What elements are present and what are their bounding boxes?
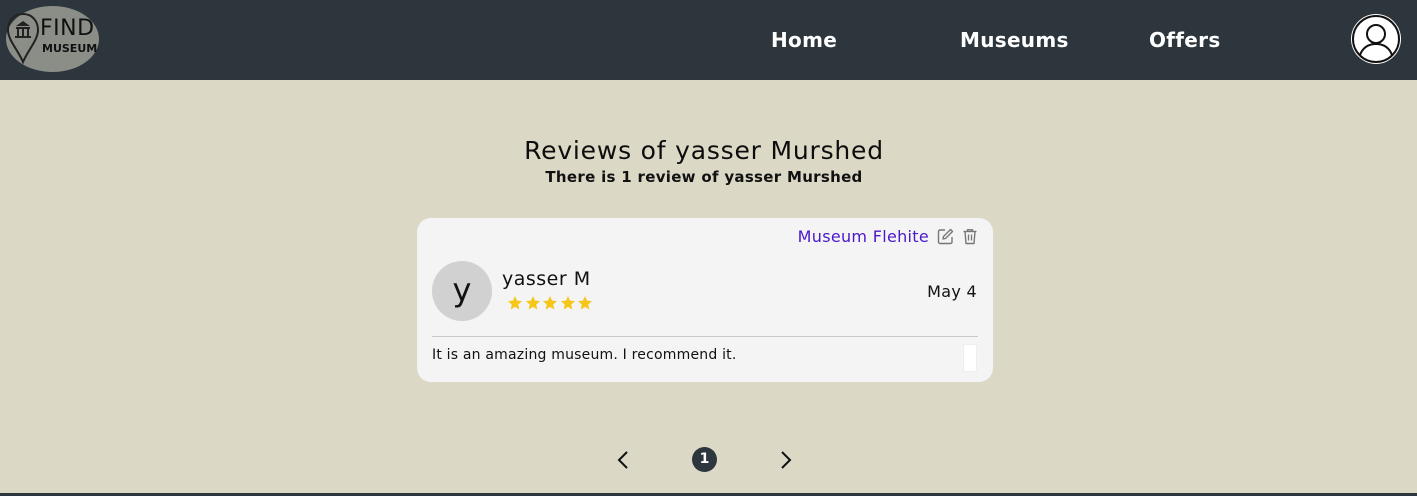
chevron-left-icon[interactable] <box>613 449 633 471</box>
review-text-scrollbar[interactable] <box>963 344 977 372</box>
divider <box>432 336 978 337</box>
star-icon <box>508 296 522 310</box>
edit-icon[interactable] <box>937 228 954 245</box>
star-icon <box>560 296 575 310</box>
reviewer-name: yasser M <box>502 268 591 290</box>
review-date: May 4 <box>927 282 977 301</box>
nav-museums-link[interactable]: Museums <box>960 27 1069 53</box>
logo-museum-text: MUSEUM <box>42 42 98 55</box>
star-icon <box>543 296 557 310</box>
star-rating <box>507 295 595 311</box>
profile-button[interactable] <box>1351 14 1401 64</box>
nav-home-link[interactable]: Home <box>771 27 837 53</box>
page-subtitle: There is 1 review of yasser Murshed <box>545 168 863 186</box>
user-profile-icon <box>1352 15 1400 63</box>
nav-offers-link[interactable]: Offers <box>1149 27 1221 53</box>
review-text: It is an amazing museum. I recommend it. <box>432 347 737 363</box>
museum-link[interactable]: Museum Flehite <box>798 227 929 246</box>
logo[interactable]: FIND MUSEUM <box>6 6 99 72</box>
pagination-page-current[interactable]: 1 <box>692 447 717 472</box>
star-icon <box>525 296 540 310</box>
review-card: Museum Flehite y yasser M May 4 It is an… <box>417 218 993 382</box>
avatar: y <box>432 261 492 321</box>
chevron-right-icon[interactable] <box>776 449 796 471</box>
page-title: Reviews of yasser Murshed <box>524 136 884 165</box>
navbar: FIND MUSEUM Home Museums Offers <box>0 0 1417 80</box>
trash-icon[interactable] <box>962 228 978 245</box>
logo-find-text: FIND <box>40 16 95 41</box>
star-icon <box>578 296 592 310</box>
